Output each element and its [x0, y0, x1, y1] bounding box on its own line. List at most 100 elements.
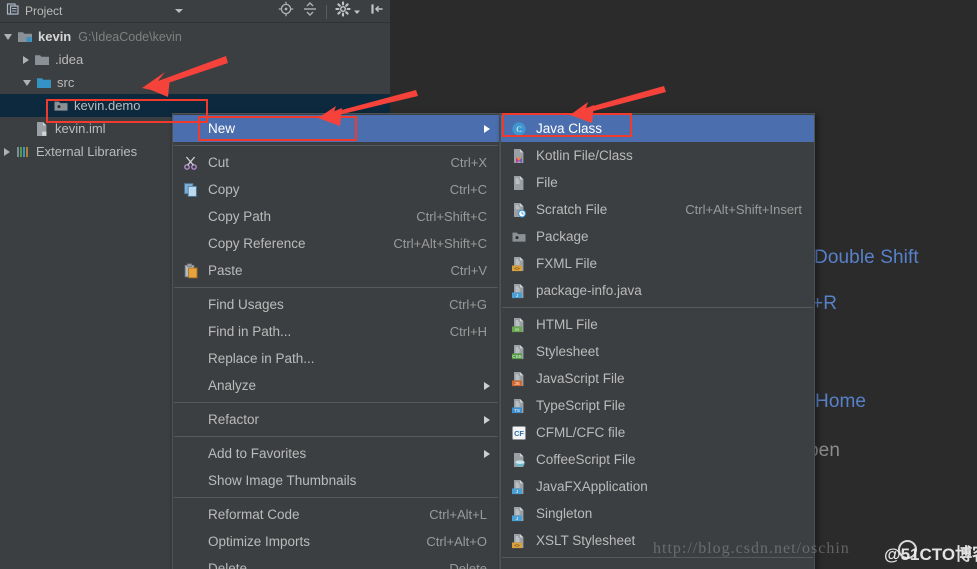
new-submenu-item[interactable]: Jpackage-info.java [501, 277, 814, 304]
html-file-icon: H [509, 316, 529, 334]
menu-item-label: package-info.java [536, 283, 642, 298]
tree-row[interactable]: .idea [0, 48, 390, 71]
new-submenu-item[interactable]: CoffeeScript File [501, 446, 814, 473]
tool-window-title: Project [25, 4, 63, 18]
tree-row[interactable]: src [0, 71, 390, 94]
tool-window-header: Project [0, 0, 390, 23]
menu-item-label: TypeScript File [536, 398, 626, 413]
project-view-icon [6, 2, 20, 21]
svg-text:<>: <> [514, 266, 520, 271]
new-submenu-item[interactable]: Scratch File Ctrl+Alt+Shift+Insert [501, 196, 814, 223]
paste-icon [181, 262, 201, 280]
hide-tool-window-icon[interactable] [369, 1, 385, 22]
new-submenu-item[interactable]: File [501, 169, 814, 196]
tree-toggle-collapsed-icon[interactable] [4, 147, 10, 156]
menu-separator [174, 402, 498, 403]
context-menu-item[interactable]: Find in Path... Ctrl+H [173, 318, 499, 345]
context-menu[interactable]: New Cut Ctrl+X Copy Ctrl+C Copy Path Ctrl+Shif… [172, 113, 500, 569]
new-submenu-item[interactable]: Kotlin File/Class [501, 142, 814, 169]
context-menu-item[interactable]: Copy Reference Ctrl+Alt+Shift+C [173, 230, 499, 257]
iml-file-icon [34, 121, 50, 137]
new-submenu-item[interactable]: J JavaFXApplication [501, 473, 814, 500]
menu-item-label: Copy Path [208, 209, 272, 224]
menu-item-label: Singleton [536, 506, 593, 521]
menu-item-label: Copy Reference [208, 236, 306, 251]
menu-item-label: Scratch File [536, 202, 608, 217]
menu-item-label: Paste [208, 263, 243, 278]
tree-row-label: .idea [55, 52, 84, 67]
tree-row-path: G:\IdeaCode\kevin [78, 29, 182, 44]
tree-toggle-expanded-icon[interactable] [4, 33, 12, 40]
new-submenu-item[interactable]: JS JavaScript File [501, 365, 814, 392]
package-icon [509, 228, 529, 246]
new-submenu-item[interactable]: TS TypeScript File [501, 392, 814, 419]
svg-text:J: J [516, 489, 518, 494]
context-menu-item[interactable]: Delete... Delete [173, 555, 499, 569]
cfml-file-icon: CF [509, 424, 529, 442]
context-menu-item[interactable]: Copy Path Ctrl+Shift+C [173, 203, 499, 230]
new-submenu-item[interactable]: J Singleton [501, 500, 814, 527]
tree-row[interactable]: kevin G:\IdeaCode\kevin [0, 25, 390, 48]
context-menu-item[interactable]: Analyze [173, 372, 499, 399]
context-menu-item[interactable]: Find Usages Ctrl+G [173, 291, 499, 318]
context-menu-item[interactable]: Refactor [173, 406, 499, 433]
menu-item-shortcut: Ctrl+H [449, 324, 487, 339]
chevron-down-icon[interactable] [175, 9, 184, 13]
menu-icon-placeholder [181, 560, 201, 569]
collapse-all-icon[interactable] [302, 1, 318, 22]
submenu-arrow-icon [484, 415, 490, 424]
menu-item-shortcut: Ctrl+G [449, 297, 487, 312]
scissors-icon [181, 154, 201, 172]
menu-item-label: Analyze [208, 378, 257, 393]
context-menu-item[interactable]: Add to Favorites [173, 440, 499, 467]
new-submenu-item[interactable]: H HTML File [501, 311, 814, 338]
context-menu-item[interactable]: Optimize Imports Ctrl+Alt+O [173, 528, 499, 555]
new-submenu-item[interactable]: CF CFML/CFC file [501, 419, 814, 446]
menu-icon-placeholder [181, 472, 201, 490]
menu-item-shortcut: Ctrl+X [450, 155, 487, 170]
context-menu-item[interactable]: Show Image Thumbnails [173, 467, 499, 494]
menu-item-label: Optimize Imports [208, 534, 311, 549]
context-menu-item[interactable]: Reformat Code Ctrl+Alt+L [173, 501, 499, 528]
menu-icon-placeholder [181, 296, 201, 314]
tree-toggle-collapsed-icon[interactable] [23, 55, 29, 64]
new-submenu-item[interactable]: CSS Stylesheet [501, 338, 814, 365]
context-menu-item[interactable]: Cut Ctrl+X [173, 149, 499, 176]
java-file-icon: J [509, 505, 529, 523]
locate-icon[interactable] [278, 1, 294, 22]
tree-row-label: kevin [38, 29, 72, 44]
menu-icon-placeholder [181, 533, 201, 551]
new-submenu-item[interactable]: <> FXML File [501, 250, 814, 277]
new-submenu-item[interactable]: Package [501, 223, 814, 250]
menu-item-label: File [536, 175, 558, 190]
menu-icon-placeholder [181, 445, 201, 463]
svg-text:C: C [516, 125, 521, 134]
file-icon [509, 174, 529, 192]
svg-text:JS: JS [514, 381, 519, 386]
new-submenu[interactable]: C Java Class Kotlin File/Class File Scratch … [500, 113, 815, 569]
svg-text:H: H [515, 327, 518, 332]
menu-item-label: Delete... [208, 561, 259, 569]
settings-gear-icon[interactable] [335, 1, 351, 22]
menu-icon-placeholder [181, 411, 201, 429]
gear-dropdown-caret-icon[interactable] [353, 3, 361, 21]
source-folder-icon [36, 75, 52, 91]
tool-window-title-group[interactable]: Project [0, 2, 184, 21]
new-submenu-item[interactable]: C Java Class [501, 115, 814, 142]
context-menu-item[interactable]: Copy Ctrl+C [173, 176, 499, 203]
svg-text:CF: CF [514, 429, 524, 438]
context-menu-item[interactable]: Replace in Path... [173, 345, 499, 372]
context-menu-item[interactable]: New [173, 115, 499, 142]
context-menu-item[interactable]: Paste Ctrl+V [173, 257, 499, 284]
kotlin-file-icon [509, 147, 529, 165]
menu-item-label: Package [536, 229, 589, 244]
new-submenu-item[interactable]: Edit File Templates... [501, 561, 814, 569]
coffeescript-icon [509, 451, 529, 469]
menu-item-label: CFML/CFC file [536, 425, 626, 440]
editor-shortcut-hint: Double Shift [814, 247, 919, 268]
ide-window: Double Shift +R Home pen Project kevin G… [0, 0, 977, 569]
tree-toggle-expanded-icon[interactable] [23, 79, 31, 86]
menu-item-label: JavaFXApplication [536, 479, 648, 494]
js-file-icon: JS [509, 370, 529, 388]
menu-icon-placeholder [181, 377, 201, 395]
